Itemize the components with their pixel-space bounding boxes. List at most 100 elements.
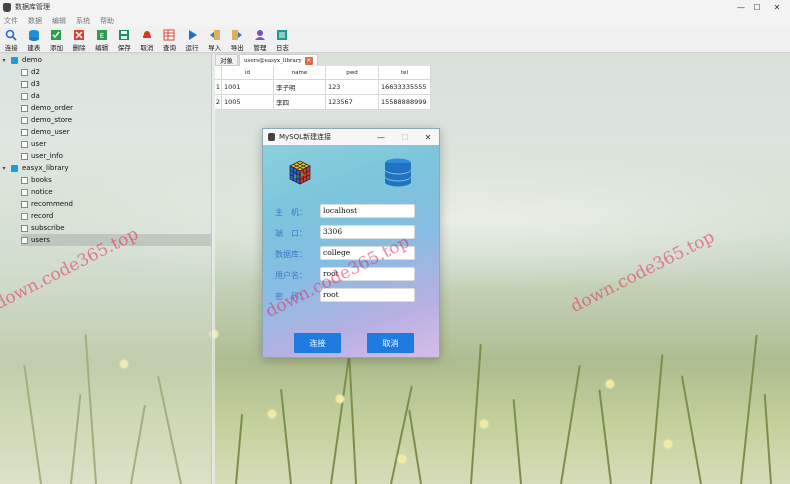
menu-file[interactable]: 文件 (4, 16, 18, 26)
tree-table-da[interactable]: da (21, 90, 40, 102)
database-stack-icon (384, 157, 412, 187)
edit-button[interactable]: E 编辑 (90, 27, 113, 53)
log-button[interactable]: 日志 (271, 27, 294, 53)
tree-table-label: record (31, 212, 54, 220)
tree-table-label: demo_store (31, 116, 73, 124)
tree-table-user-info[interactable]: user_info (21, 150, 63, 162)
save-button[interactable]: 保存 (113, 27, 136, 53)
tab-close-icon[interactable]: × (304, 56, 313, 65)
tree-table-label: users (31, 236, 50, 244)
add-button[interactable]: 添加 (45, 27, 68, 53)
flower (480, 420, 488, 428)
tab-users-table[interactable]: users@easyx_library × (239, 54, 318, 66)
tree-db-demo[interactable]: ▾ demo (0, 54, 42, 66)
cell-tel[interactable]: 16633335555 (379, 80, 431, 95)
database-label: 数据库： (275, 250, 307, 259)
cell-id[interactable]: 1001 (222, 80, 274, 95)
menu-edit[interactable]: 编辑 (52, 16, 66, 26)
edit-label: 编辑 (95, 44, 109, 52)
table-icon (21, 224, 28, 232)
tab-label: users@easyx_library (244, 57, 302, 64)
import-label: 导入 (208, 44, 222, 52)
dialog-app-icon (268, 133, 275, 141)
tree-db-easyx-library[interactable]: ▾ easyx_library (0, 162, 69, 174)
toolbar: 连接 建表 添加 删除 E 编辑 保存 取消 查询 运行 导入 导出 管理 日志 (0, 27, 790, 53)
tree-table-subscribe[interactable]: subscribe (21, 222, 65, 234)
dialog-minimize-button[interactable]: — (371, 129, 391, 145)
tree-table-d3[interactable]: d3 (21, 78, 40, 90)
cell-tel[interactable]: 15588888999 (379, 95, 431, 110)
tree-table-d2[interactable]: d2 (21, 66, 40, 78)
manage-label: 管理 (253, 44, 267, 52)
query-button[interactable]: 查询 (158, 27, 181, 53)
table-row[interactable]: 1 1001 李子明 123 16633335555 (215, 80, 431, 95)
connect-button[interactable]: 连接 (0, 27, 23, 53)
delete-button[interactable]: 删除 (68, 27, 91, 53)
manage-button[interactable]: 管理 (249, 27, 272, 53)
flower (606, 380, 614, 388)
create-table-button[interactable]: 建表 (23, 27, 46, 53)
tree-db-label: demo (22, 56, 42, 64)
title-bar: 数据库管理 — ☐ ✕ (0, 0, 790, 14)
cell-pwd[interactable]: 123 (326, 80, 379, 95)
panel-splitter[interactable] (212, 54, 215, 484)
flower (336, 395, 344, 403)
table-row[interactable]: 2 1005 李四 123567 15588888999 (215, 95, 431, 110)
table-icon (21, 128, 28, 136)
tree-table-demo-store[interactable]: demo_store (21, 114, 72, 126)
dialog-close-button[interactable]: ✕ (418, 129, 438, 145)
dialog-cancel-button[interactable]: 取消 (367, 333, 414, 353)
cancel-label: 取消 (140, 44, 154, 52)
manage-icon (254, 29, 266, 41)
expand-arrow-icon[interactable]: ▾ (0, 165, 8, 172)
run-button[interactable]: 运行 (181, 27, 204, 53)
flower (268, 410, 276, 418)
cancel-icon (141, 29, 153, 41)
tab-label: 对象 (220, 57, 233, 65)
tab-bar: 对象 users@easyx_library × (215, 54, 319, 66)
tree-table-recommend[interactable]: recommend (21, 198, 73, 210)
tree-table-label: demo_user (31, 128, 70, 136)
column-header-tel[interactable]: tel (379, 66, 431, 80)
add-label: 添加 (49, 44, 63, 52)
menu-help[interactable]: 帮助 (100, 16, 114, 26)
flower (664, 440, 672, 448)
tree-table-user[interactable]: user (21, 138, 46, 150)
column-header-id[interactable]: id (222, 66, 274, 80)
cancel-button[interactable]: 取消 (136, 27, 159, 53)
tree-table-label: d2 (31, 68, 40, 76)
table-icon (21, 68, 28, 76)
log-label: 日志 (275, 44, 289, 52)
password-field[interactable]: root (320, 288, 415, 302)
save-label: 保存 (117, 44, 131, 52)
menu-system[interactable]: 系统 (76, 16, 90, 26)
tree-table-record[interactable]: record (21, 210, 53, 222)
tree-db-label: easyx_library (22, 164, 69, 172)
table-icon (21, 200, 28, 208)
tree-table-books[interactable]: books (21, 174, 52, 186)
column-header-pwd[interactable]: pwd (326, 66, 379, 80)
import-button[interactable]: 导入 (203, 27, 226, 53)
tree-table-notice[interactable]: notice (21, 186, 53, 198)
cell-name[interactable]: 李子明 (274, 80, 326, 95)
menu-data[interactable]: 数据 (28, 16, 42, 26)
tree-table-label: notice (31, 188, 53, 196)
tab-objects[interactable]: 对象 (215, 54, 238, 66)
tree-table-demo-user[interactable]: demo_user (21, 126, 70, 138)
host-field[interactable]: localhost (320, 204, 415, 218)
cell-name[interactable]: 李四 (274, 95, 326, 110)
tree-table-demo-order[interactable]: demo_order (21, 102, 73, 114)
cell-id[interactable]: 1005 (222, 95, 274, 110)
connect-submit-button[interactable]: 连接 (294, 333, 341, 353)
port-label: 端 口： (275, 229, 307, 238)
tree-table-label: d3 (31, 80, 40, 88)
column-header-name[interactable]: name (274, 66, 326, 80)
create-table-icon (28, 29, 40, 41)
export-button[interactable]: 导出 (226, 27, 249, 53)
cell-pwd[interactable]: 123567 (326, 95, 379, 110)
grid-header: id name pwd tel (215, 66, 431, 80)
expand-arrow-icon[interactable]: ▾ (0, 57, 8, 64)
close-button[interactable]: ✕ (764, 0, 790, 14)
dialog-maximize-button: ☐ (401, 132, 409, 142)
edit-icon: E (96, 29, 108, 41)
